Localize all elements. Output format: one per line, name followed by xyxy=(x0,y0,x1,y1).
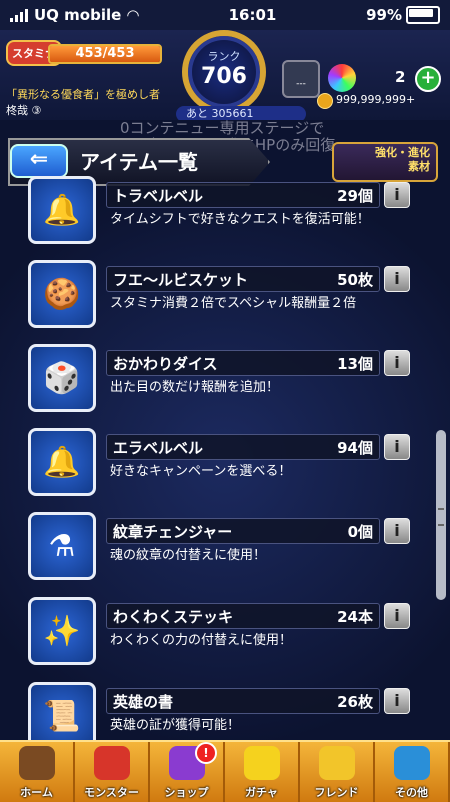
tab-label: フレンド xyxy=(314,786,359,799)
tab-label: モンスター xyxy=(84,786,139,799)
monster-icon xyxy=(93,746,130,780)
item-info-button[interactable]: i xyxy=(384,266,410,292)
item-name: おかわりダイス xyxy=(113,355,218,373)
tab-label: ホーム xyxy=(20,786,53,799)
gacha-icon xyxy=(243,746,280,780)
page-title: アイテム一覧 xyxy=(80,150,198,174)
background-text-line: 0コンテニュー専用ステージで xyxy=(120,120,325,137)
item-count: 0個 xyxy=(347,523,373,541)
item-row[interactable]: ✨ わくわくステッキ 24本 i わくわくの力の付替えに使用！ xyxy=(28,597,418,667)
back-arrow-icon: ⇐ xyxy=(29,147,49,172)
item-name-bar: 紋章チェンジャー 0個 xyxy=(106,518,380,544)
orb-icon xyxy=(328,64,356,92)
item-description: 好きなキャンペーンを選べる！ xyxy=(110,464,292,479)
lock-slot[interactable]: --- xyxy=(282,60,320,98)
tab-shop-orb[interactable]: ショップ! xyxy=(150,742,225,802)
item-name-bar: トラベルベル 29個 xyxy=(106,182,380,208)
evolve-label-2: 素材 xyxy=(408,160,430,173)
item-name: 英雄の書 xyxy=(113,693,174,711)
item-info-button[interactable]: i xyxy=(384,518,410,544)
item-icon: 🎲 xyxy=(28,344,96,412)
item-row[interactable]: 🔔 エラベルベル 94個 i 好きなキャンペーンを選べる！ xyxy=(28,428,418,498)
battery-icon xyxy=(406,6,440,25)
item-description: わくわくの力の付替えに使用！ xyxy=(110,633,293,648)
scroll-grip xyxy=(438,508,444,526)
tab-home[interactable]: ホーム xyxy=(0,742,75,802)
evolve-label: 強化・進化 xyxy=(375,146,430,159)
item-row[interactable]: ⚗ 紋章チェンジャー 0個 i 魂の紋章の付替えに使用！ xyxy=(28,512,418,582)
carrier-label: UQ mobile xyxy=(34,6,122,24)
item-icon: 🔔 xyxy=(28,428,96,496)
item-description: スタミナ消費２倍でスペシャル報酬量２倍 xyxy=(110,296,357,311)
item-info-button[interactable]: i xyxy=(384,434,410,460)
home-icon xyxy=(18,746,55,780)
item-name: エラベルベル xyxy=(113,439,204,457)
clock: 16:01 xyxy=(228,6,277,24)
item-name-bar: わくわくステッキ 24本 xyxy=(106,603,380,629)
item-row[interactable]: 🍪 フエ～ルビスケット 50枚 i スタミナ消費２倍でスペシャル報酬量２倍 xyxy=(28,260,418,330)
item-description: 魂の紋章の付替えに使用！ xyxy=(110,548,267,563)
item-icon: ⚗ xyxy=(28,512,96,580)
item-name-bar: エラベルベル 94個 xyxy=(106,434,380,460)
wifi-icon: ◠ xyxy=(127,6,139,24)
tab-gacha[interactable]: ガチャ xyxy=(225,742,300,802)
player-title: 「異形なる優食者」を極めし者 xyxy=(6,88,160,101)
back-button[interactable]: ⇐ xyxy=(10,144,68,178)
item-name-bar: フエ～ルビスケット 50枚 xyxy=(106,266,380,292)
tab-friend[interactable]: フレンド xyxy=(300,742,375,802)
item-name: フエ～ルビスケット xyxy=(113,271,249,289)
item-icon: 🍪 xyxy=(28,260,96,328)
rank-value: 706 xyxy=(201,64,247,89)
player-name: 柊哉 ③ xyxy=(6,104,42,117)
status-bar: UQ mobile ◠ 16:01 99% xyxy=(0,0,450,30)
item-row[interactable]: 🔔 トラベルベル 29個 i タイムシフトで好きなクエストを復活可能！ xyxy=(28,176,418,246)
item-count: 26枚 xyxy=(337,693,373,711)
notification-badge: ! xyxy=(195,742,217,764)
item-name: 紋章チェンジャー xyxy=(113,523,233,541)
item-info-button[interactable]: i xyxy=(384,688,410,714)
lock-slot-label: --- xyxy=(296,79,306,89)
orb-count: 2 xyxy=(395,68,406,86)
player-hud: スタミナ 453/453 「異形なる優食者」を極めし者 柊哉 ③ ランク 706… xyxy=(0,30,450,122)
friend-icon xyxy=(318,746,355,780)
gold-coin-icon xyxy=(317,93,333,109)
stamina-value: 453/453 xyxy=(75,46,135,61)
item-info-button[interactable]: i xyxy=(384,603,410,629)
item-description: 出た目の数だけ報酬を追加！ xyxy=(110,380,280,395)
item-count: 13個 xyxy=(337,355,373,373)
item-info-button[interactable]: i xyxy=(384,182,410,208)
item-name: トラベルベル xyxy=(113,187,204,205)
signal-icon xyxy=(10,8,28,22)
tab-label: ショップ xyxy=(164,786,209,799)
item-info-button[interactable]: i xyxy=(384,350,410,376)
buy-orb-button[interactable]: + xyxy=(415,66,441,92)
tab-label: ガチャ xyxy=(245,786,278,799)
stamina-bar: 453/453 xyxy=(48,44,162,64)
item-icon: 🔔 xyxy=(28,176,96,244)
gold-amount: 999,999,999+ xyxy=(336,93,416,106)
item-name-bar: おかわりダイス 13個 xyxy=(106,350,380,376)
battery-percent: 99% xyxy=(366,5,402,24)
item-count: 50枚 xyxy=(337,271,373,289)
item-count: 29個 xyxy=(337,187,373,205)
rank-label: ランク xyxy=(207,50,241,63)
item-description: タイムシフトで好きなクエストを復活可能！ xyxy=(110,212,370,227)
item-description: 英雄の証が獲得可能！ xyxy=(110,718,241,733)
tab-monster[interactable]: モンスター xyxy=(75,742,150,802)
item-name-bar: 英雄の書 26枚 xyxy=(106,688,380,714)
bottom-tab-bar: ホーム モンスター ショップ! ガチャ フレンド その他 xyxy=(0,740,450,802)
tab-other[interactable]: その他 xyxy=(375,742,450,802)
rank-badge[interactable]: ランク 706 xyxy=(182,30,266,114)
item-icon: ✨ xyxy=(28,597,96,665)
item-name: わくわくステッキ xyxy=(113,608,234,626)
tab-label: その他 xyxy=(395,786,428,799)
scrollbar[interactable] xyxy=(436,430,446,600)
other-icon xyxy=(393,746,430,780)
item-count: 24本 xyxy=(337,608,373,626)
item-count: 94個 xyxy=(337,439,373,457)
item-row[interactable]: 🎲 おかわりダイス 13個 i 出た目の数だけ報酬を追加！ xyxy=(28,344,418,414)
